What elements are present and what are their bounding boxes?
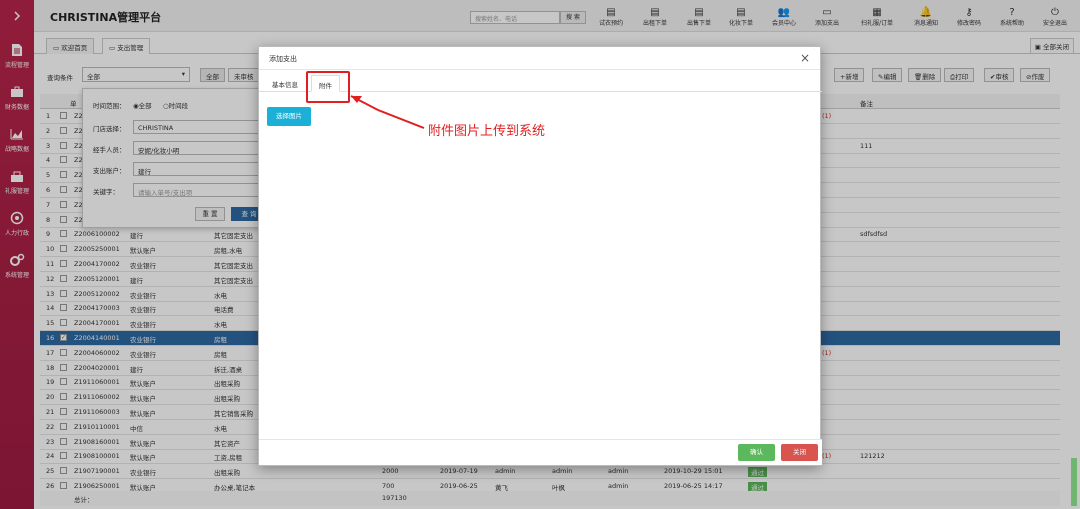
close-icon[interactable]: ×: [800, 51, 810, 65]
scrollbar[interactable]: [1071, 458, 1077, 506]
dialog-footer: 确认 关闭: [259, 439, 822, 465]
close-button[interactable]: 关闭: [781, 444, 818, 461]
confirm-button[interactable]: 确认: [738, 444, 775, 461]
annotation-highlight-box: [306, 71, 350, 103]
dialog-title: 添加支出: [269, 55, 297, 63]
tab-basic-info[interactable]: 基本信息: [265, 75, 305, 92]
annotation-text: 附件图片上传到系统: [428, 124, 546, 139]
add-expense-dialog: 添加支出 × 基本信息 附件 选择图片 确认 关闭: [258, 46, 822, 466]
dialog-header: 添加支出 ×: [259, 47, 820, 70]
select-image-button[interactable]: 选择图片: [267, 107, 311, 126]
